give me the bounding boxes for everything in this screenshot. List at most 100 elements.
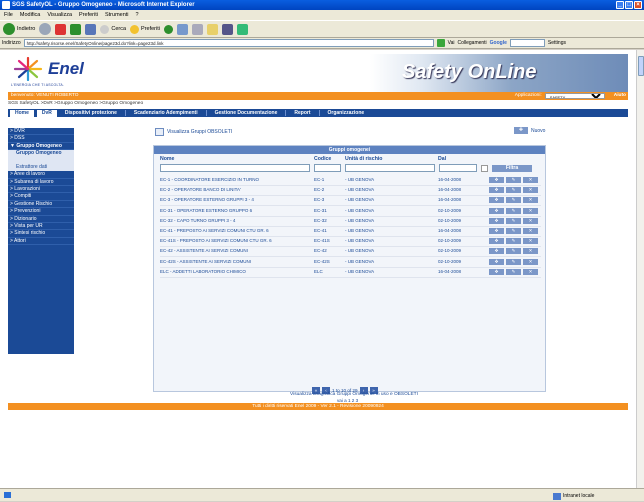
delete-icon[interactable]: ✕ — [523, 197, 538, 204]
filter-name-input[interactable] — [160, 164, 310, 172]
tab-dvr[interactable]: DvR — [36, 109, 57, 117]
tab-home[interactable]: Home — [10, 109, 34, 117]
delete-icon[interactable]: ✕ — [523, 228, 538, 234]
folder-icon[interactable] — [206, 23, 218, 35]
view-icon[interactable]: ❖ — [489, 268, 504, 275]
col-unit[interactable]: Unità di rischio — [345, 156, 382, 162]
sidebar-item-rischio[interactable]: > Gestione Rischio — [8, 201, 74, 209]
tab-scadenziario[interactable]: Scadenziario Adempimenti — [129, 110, 203, 117]
menu-file[interactable]: File — [4, 10, 13, 20]
cell-name[interactable]: EC-32 - CAPO TURNO GRUPPI 3 - 4 — [160, 216, 235, 226]
sidebar-item-prevenzioni[interactable]: > Prevenzioni — [8, 208, 74, 216]
sidebar-subitem-estrattore[interactable]: Estrattore dati — [8, 164, 74, 172]
history-icon[interactable] — [163, 24, 173, 34]
sidebar-item-aree[interactable]: > Aree di lavoro — [8, 171, 74, 179]
cell-name[interactable]: EC-41S - PREPOSTO AI SERVIZI COMUNI CTU … — [160, 236, 272, 246]
favorites-button[interactable]: Preferiti — [130, 24, 160, 34]
delete-icon[interactable]: ✕ — [523, 268, 538, 275]
links-label[interactable]: Collegamenti — [457, 40, 486, 46]
go-label[interactable]: Vai — [448, 40, 455, 46]
delete-icon[interactable]: ✕ — [523, 207, 538, 214]
menu-view[interactable]: Visualizza — [47, 10, 72, 20]
extension-icon[interactable] — [236, 23, 248, 35]
sidebar-item-subarea[interactable]: > Subarea di lavoro — [8, 179, 74, 186]
delete-icon[interactable]: ✕ — [523, 258, 538, 265]
tab-organizzazione[interactable]: Organizzazione — [323, 110, 370, 117]
home-icon[interactable] — [85, 23, 97, 35]
tab-documentazione[interactable]: Gestione Documentazione — [210, 110, 283, 117]
obsolete-link[interactable]: Visualizza Gruppi OBSOLETI — [155, 128, 232, 136]
view-icon[interactable]: ❖ — [489, 228, 504, 234]
col-name[interactable]: Nome — [160, 156, 174, 162]
all-groups-link[interactable]: Visualizza anagrafica Gruppi Omogenei in… — [80, 392, 628, 397]
menu-tools[interactable]: Strumenti — [105, 10, 129, 20]
new-button[interactable]: ✚ Nuovo — [514, 127, 545, 134]
view-icon[interactable]: ❖ — [489, 248, 504, 255]
col-from[interactable]: Dal — [438, 156, 446, 162]
address-input[interactable]: http://safety.risorse.enel/SafetyOnline/… — [23, 39, 434, 47]
filter-button[interactable]: Filtra — [492, 164, 532, 172]
forward-arrow-icon[interactable] — [39, 23, 52, 35]
help-link[interactable]: Aiuto — [614, 92, 626, 100]
edit-icon[interactable]: ✎ — [506, 238, 521, 245]
edit-icon[interactable]: ✎ — [506, 197, 521, 204]
app-select[interactable]: SAFETY — [544, 93, 605, 99]
sidebar-item-lavorazioni[interactable]: > Lavorazioni — [8, 186, 74, 194]
view-icon[interactable]: ❖ — [489, 177, 504, 183]
cell-name[interactable]: EC-42 - ASSISTENTE AI SERVIZI COMUNI — [160, 246, 248, 256]
sidebar-item-compiti[interactable]: > Compiti — [8, 193, 74, 201]
view-icon[interactable]: ❖ — [489, 217, 504, 224]
edit-icon[interactable]: ✎ — [506, 268, 521, 275]
view-icon[interactable]: ❖ — [489, 187, 504, 194]
vertical-scrollbar[interactable] — [636, 50, 644, 488]
scrollbar-thumb[interactable] — [638, 56, 644, 76]
filter-date-input[interactable] — [439, 164, 477, 172]
sidebar-item-dss[interactable]: > DSS — [8, 135, 74, 143]
sidebar-item-gruppo-omogeneo[interactable]: ▼ Gruppo Omogeneo — [8, 142, 74, 151]
sidebar-item-attori[interactable]: > Attori — [8, 238, 74, 246]
view-icon[interactable]: ❖ — [489, 197, 504, 204]
tab-report[interactable]: Report — [289, 110, 315, 117]
delete-icon[interactable]: ✕ — [523, 187, 538, 194]
minimize-icon[interactable]: _ — [616, 1, 624, 9]
delete-icon[interactable]: ✕ — [523, 177, 538, 183]
messenger-icon[interactable] — [221, 23, 233, 35]
settings-label[interactable]: Settings — [548, 40, 566, 46]
edit-icon[interactable]: ✎ — [506, 258, 521, 265]
cell-name[interactable]: EC-31 - OPERATORE ESTERNO GRUPPO 6 — [160, 206, 252, 216]
mail-icon[interactable] — [176, 23, 188, 35]
delete-icon[interactable]: ✕ — [523, 238, 538, 245]
stop-icon[interactable] — [55, 23, 67, 35]
edit-icon[interactable]: ✎ — [506, 177, 521, 183]
go-icon[interactable] — [436, 39, 445, 47]
print-icon[interactable] — [191, 23, 203, 35]
refresh-icon[interactable] — [70, 23, 82, 35]
filter-unit-input[interactable] — [345, 164, 435, 172]
delete-icon[interactable]: ✕ — [523, 248, 538, 255]
search-button[interactable]: Cerca — [100, 24, 126, 34]
view-icon[interactable]: ❖ — [489, 258, 504, 265]
edit-icon[interactable]: ✎ — [506, 228, 521, 234]
cell-name[interactable]: EC-1 - COORDINATORE ESERCIZIO IN TURNO — [160, 175, 259, 185]
view-icon[interactable]: ❖ — [489, 207, 504, 214]
cell-name[interactable]: EC-41 - PREPOSTO AI SERVIZI COMUNI CTU G… — [160, 226, 269, 236]
delete-icon[interactable]: ✕ — [523, 217, 538, 224]
col-code[interactable]: Codice — [314, 156, 331, 162]
sidebar-item-sintesi[interactable]: > Sintesi rischio — [8, 230, 74, 238]
sidebar-item-dizionario[interactable]: > Dizionario — [8, 216, 74, 223]
maximize-icon[interactable]: □ — [625, 1, 633, 9]
edit-icon[interactable]: ✎ — [506, 248, 521, 255]
calendar-icon[interactable] — [481, 164, 488, 172]
filter-code-input[interactable] — [314, 164, 341, 172]
cell-name[interactable]: ELC - ADDETTI LABORATORIO CHIMICO — [160, 267, 246, 277]
sidebar-item-vista-ur[interactable]: > Vista per UR — [8, 223, 74, 231]
sidebar-item-dvr[interactable]: > DVR — [8, 128, 74, 136]
tab-dispositivi[interactable]: Dispositivi protezione — [60, 110, 122, 117]
edit-icon[interactable]: ✎ — [506, 217, 521, 224]
back-button[interactable]: Indietro — [3, 23, 35, 35]
sidebar-subitem-gruppo[interactable]: Gruppo Omogeneo — [8, 150, 74, 165]
menu-favorites[interactable]: Preferiti — [79, 10, 98, 20]
google-search-input[interactable] — [509, 39, 545, 47]
close-icon[interactable]: × — [634, 1, 642, 9]
menu-edit[interactable]: Modifica — [20, 10, 40, 20]
